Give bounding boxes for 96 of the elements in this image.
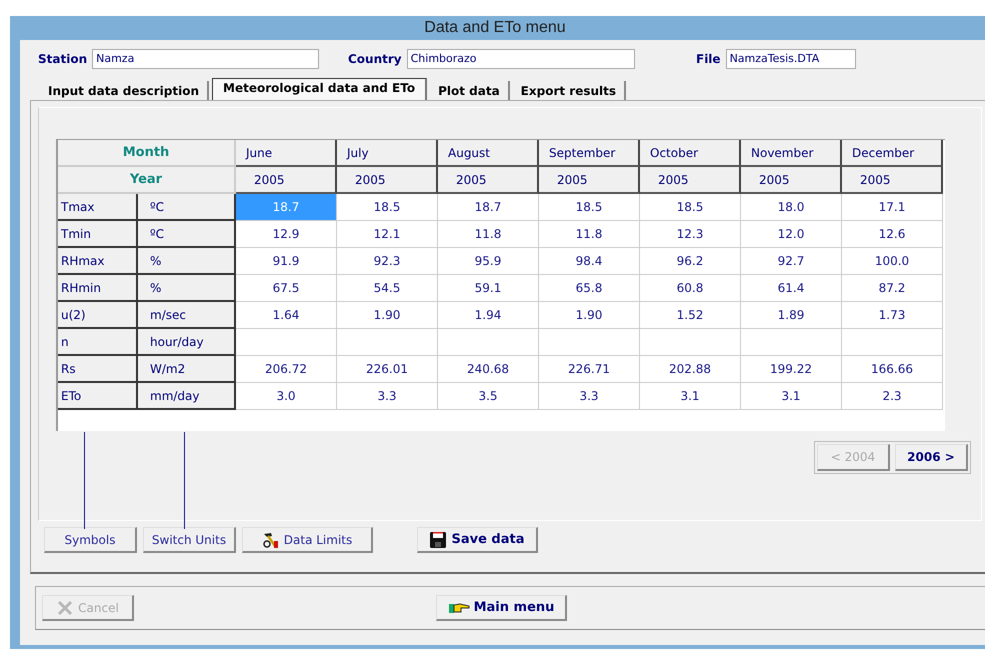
table-cell[interactable]: 59.1 xyxy=(438,275,539,302)
table-cell[interactable]: 60.8 xyxy=(640,275,741,302)
tools-icon xyxy=(262,530,280,548)
table-cell[interactable]: 54.5 xyxy=(337,275,438,302)
table-cell[interactable]: 18.0 xyxy=(741,194,842,221)
action-button[interactable]: Symbols xyxy=(44,527,137,553)
table-cell[interactable]: 18.7 xyxy=(438,194,539,221)
table-cell[interactable]: 92.7 xyxy=(741,248,842,275)
table-cell[interactable]: 202.88 xyxy=(640,356,741,383)
row-header: mm/day xyxy=(138,383,236,410)
table-cell[interactable]: 92.3 xyxy=(337,248,438,275)
table-cell[interactable]: 12.1 xyxy=(337,221,438,248)
action-button[interactable]: Save data xyxy=(417,527,538,553)
table-cell[interactable] xyxy=(640,329,741,356)
tab[interactable]: Meteorological data and ETo xyxy=(212,78,428,100)
input-field[interactable]: NamzaTesis.DTA xyxy=(726,49,856,69)
table-cell[interactable]: 1.73 xyxy=(842,302,943,329)
table-cell[interactable] xyxy=(842,329,943,356)
row-header: RHmax xyxy=(58,248,138,275)
row-header: RHmin xyxy=(58,275,138,302)
close-icon xyxy=(56,598,74,616)
table-cell[interactable]: 18.5 xyxy=(539,194,640,221)
table-cell[interactable]: 1.90 xyxy=(539,302,640,329)
table-cell[interactable]: 226.71 xyxy=(539,356,640,383)
row-header: ºC xyxy=(138,221,236,248)
action-button[interactable]: Switch Units xyxy=(143,527,236,553)
table-cell[interactable]: 11.8 xyxy=(539,221,640,248)
table-cell[interactable]: 11.8 xyxy=(438,221,539,248)
table-cell[interactable]: 12.6 xyxy=(842,221,943,248)
header-cell: June xyxy=(236,140,337,167)
table-cell[interactable]: 199.22 xyxy=(741,356,842,383)
table-cell[interactable]: 12.0 xyxy=(741,221,842,248)
header-cell: September xyxy=(539,140,640,167)
table-cell[interactable]: 96.2 xyxy=(640,248,741,275)
table-cell[interactable]: 91.9 xyxy=(236,248,337,275)
header-cell: 2005 xyxy=(337,167,438,194)
table-cell[interactable]: 18.5 xyxy=(640,194,741,221)
field-label: File xyxy=(696,52,721,66)
table-cell[interactable]: 18.5 xyxy=(337,194,438,221)
row-header: Tmin xyxy=(58,221,138,248)
year-button[interactable]: 2006 > xyxy=(895,444,968,471)
table-cell[interactable]: 166.66 xyxy=(842,356,943,383)
table-cell[interactable]: 61.4 xyxy=(741,275,842,302)
table-cell[interactable]: 12.3 xyxy=(640,221,741,248)
table-cell[interactable] xyxy=(539,329,640,356)
action-button[interactable]: Data Limits xyxy=(242,527,373,553)
table-cell[interactable]: 1.52 xyxy=(640,302,741,329)
table-cell[interactable]: 17.1 xyxy=(842,194,943,221)
header-cell: December xyxy=(842,140,943,167)
table-cell[interactable] xyxy=(741,329,842,356)
header-cell: 2005 xyxy=(741,167,842,194)
header-cell: 2005 xyxy=(539,167,640,194)
table-cell[interactable] xyxy=(337,329,438,356)
table-cell[interactable]: 1.90 xyxy=(337,302,438,329)
row-header: % xyxy=(138,248,236,275)
row-header: % xyxy=(138,275,236,302)
table-cell[interactable] xyxy=(438,329,539,356)
row-header: Tmax xyxy=(58,194,138,221)
row-header: hour/day xyxy=(138,329,236,356)
header-cell: November xyxy=(741,140,842,167)
table-cell[interactable]: 65.8 xyxy=(539,275,640,302)
header-cell: Year xyxy=(58,167,236,194)
table-cell[interactable]: 100.0 xyxy=(842,248,943,275)
header-cell: October xyxy=(640,140,741,167)
header-cell: 2005 xyxy=(640,167,741,194)
table-cell[interactable]: 1.64 xyxy=(236,302,337,329)
input-field[interactable]: Namza xyxy=(92,49,320,69)
row-header: ETo xyxy=(58,383,138,410)
row-header: n xyxy=(58,329,138,356)
table-cell[interactable]: 240.68 xyxy=(438,356,539,383)
table-cell[interactable]: 67.5 xyxy=(236,275,337,302)
table-cell[interactable]: 98.4 xyxy=(539,248,640,275)
table-cell[interactable]: 12.9 xyxy=(236,221,337,248)
input-field[interactable]: Chimborazo xyxy=(406,49,635,69)
header-cell: August xyxy=(438,140,539,167)
header-cell: 2005 xyxy=(842,167,943,194)
row-header: m/sec xyxy=(138,302,236,329)
header-cell: Month xyxy=(58,140,236,167)
header-cell: 2005 xyxy=(438,167,539,194)
header-cell: July xyxy=(337,140,438,167)
table-cell[interactable]: 95.9 xyxy=(438,248,539,275)
row-header: Rs xyxy=(58,356,138,383)
row-header: ºC xyxy=(138,194,236,221)
row-header: W/m2 xyxy=(138,356,236,383)
table-cell[interactable]: 1.89 xyxy=(741,302,842,329)
field-label: Country xyxy=(348,52,402,66)
table-cell[interactable]: 226.01 xyxy=(337,356,438,383)
table-cell[interactable] xyxy=(236,329,337,356)
table-cell[interactable]: 206.72 xyxy=(236,356,337,383)
table-cell[interactable]: 1.94 xyxy=(438,302,539,329)
field-label: Station xyxy=(38,52,88,66)
table-cell[interactable]: 87.2 xyxy=(842,275,943,302)
footer-button[interactable]: Main menu xyxy=(436,595,567,621)
window-title: Data and ETo menu xyxy=(424,19,566,37)
row-header: u(2) xyxy=(58,302,138,329)
header-cell: 2005 xyxy=(236,167,337,194)
